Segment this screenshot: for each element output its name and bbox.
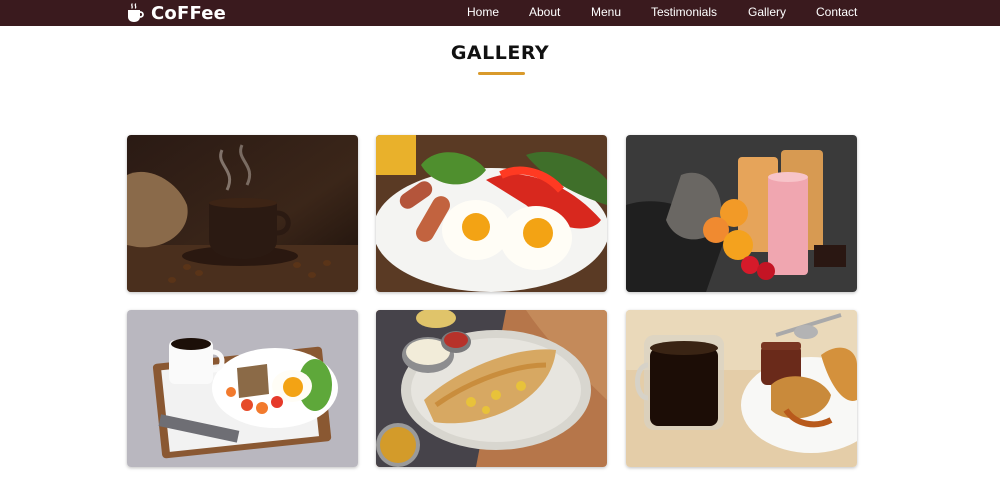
breakfast-tray-with-coffee-photo[interactable] xyxy=(127,310,358,467)
nav-testimonials[interactable]: Testimonials xyxy=(651,5,717,19)
dosa-with-chutney-photo[interactable] xyxy=(376,310,607,467)
nav-gallery[interactable]: Gallery xyxy=(748,5,786,19)
navbar: CoFFee Home About Menu Testimonials Gall… xyxy=(0,0,1000,26)
nav-about[interactable]: About xyxy=(529,5,560,19)
nav-menu[interactable]: Menu xyxy=(591,5,621,19)
fruit-smoothies-photo[interactable] xyxy=(626,135,857,292)
main-navigation: Home About Menu Testimonials Gallery Con… xyxy=(0,0,1000,26)
coffee-and-croissant-photo[interactable] xyxy=(626,310,857,467)
nav-contact[interactable]: Contact xyxy=(816,5,857,19)
coffee-cup-with-beans-photo[interactable] xyxy=(127,135,358,292)
nav-home[interactable]: Home xyxy=(467,5,499,19)
title-underline xyxy=(478,72,525,75)
breakfast-eggs-sausages-photo[interactable] xyxy=(376,135,607,292)
gallery-section-title: GALLERY xyxy=(450,42,550,64)
